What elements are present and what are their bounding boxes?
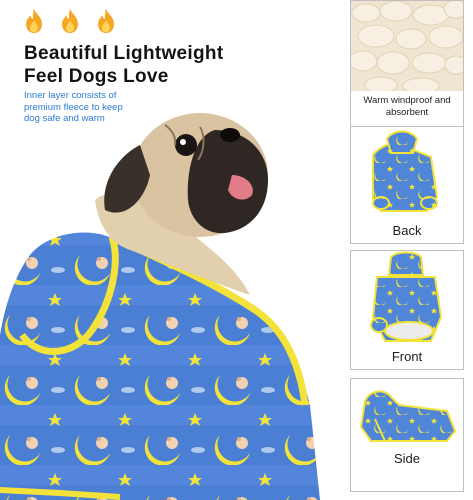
hoodie-side-view-image bbox=[359, 390, 457, 442]
fleece-caption: Warm windproof and absorbent bbox=[351, 95, 463, 119]
fleece-caption-line-2: absorbent bbox=[385, 107, 429, 118]
side-label: Side bbox=[393, 451, 421, 466]
headline-line-2: Feel Dogs Love bbox=[24, 66, 169, 87]
fleece-caption-line-1: Warm windproof and bbox=[363, 95, 451, 106]
hoodie-front-view-image bbox=[370, 251, 443, 342]
flame-icon bbox=[98, 9, 114, 33]
fleece-texture-panel: Warm windproof and absorbent bbox=[350, 0, 464, 128]
front-label: Front bbox=[391, 349, 423, 364]
back-label: Back bbox=[392, 223, 422, 238]
flame-icon bbox=[26, 9, 42, 33]
front-view-panel: Front bbox=[350, 250, 464, 370]
hoodie-back-view-image bbox=[372, 130, 439, 212]
fleece-texture-image bbox=[351, 1, 463, 91]
flame-icon-row bbox=[22, 8, 118, 34]
flame-icon bbox=[62, 9, 78, 33]
side-view-panel: Side bbox=[350, 378, 464, 492]
headline-line-1: Beautiful Lightweight bbox=[24, 43, 224, 64]
pug-in-hoodie-image bbox=[0, 113, 320, 500]
back-view-panel: Back bbox=[350, 126, 464, 244]
feature-description-line-1: Inner layer consists of bbox=[24, 90, 117, 101]
headline: Beautiful Lightweight Feel Dogs Love bbox=[24, 42, 324, 88]
